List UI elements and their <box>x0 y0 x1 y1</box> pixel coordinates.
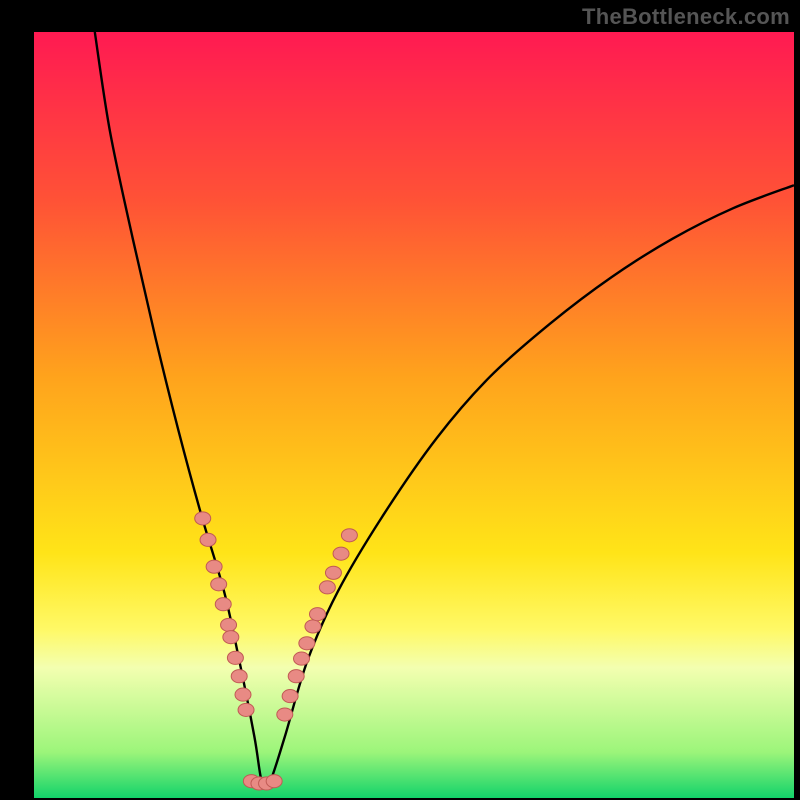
left-beads-dot <box>195 512 211 525</box>
left-beads-dot <box>221 618 237 631</box>
right-beads-dot <box>341 529 357 542</box>
right-beads-dot <box>288 670 304 683</box>
right-beads-dot <box>309 608 325 621</box>
floor-beads-dot <box>266 775 282 788</box>
left-beads-dot <box>211 578 227 591</box>
left-beads-dot <box>235 688 251 701</box>
left-beads-dot <box>223 631 239 644</box>
right-beads-dot <box>294 652 310 665</box>
left-beads-dot <box>206 560 222 573</box>
chart-svg <box>0 0 800 800</box>
left-beads-dot <box>238 703 254 716</box>
right-beads-dot <box>282 690 298 703</box>
left-beads-dot <box>227 651 243 664</box>
right-beads-dot <box>325 566 341 579</box>
watermark-text: TheBottleneck.com <box>582 4 790 30</box>
right-beads-dot <box>319 581 335 594</box>
left-beads-dot <box>215 598 231 611</box>
plot-background <box>34 32 794 798</box>
left-beads-dot <box>231 670 247 683</box>
chart-stage: TheBottleneck.com <box>0 0 800 800</box>
right-beads-dot <box>277 708 293 721</box>
right-beads-dot <box>299 637 315 650</box>
right-beads-dot <box>333 547 349 560</box>
right-beads-dot <box>305 620 321 633</box>
left-beads-dot <box>200 533 216 546</box>
